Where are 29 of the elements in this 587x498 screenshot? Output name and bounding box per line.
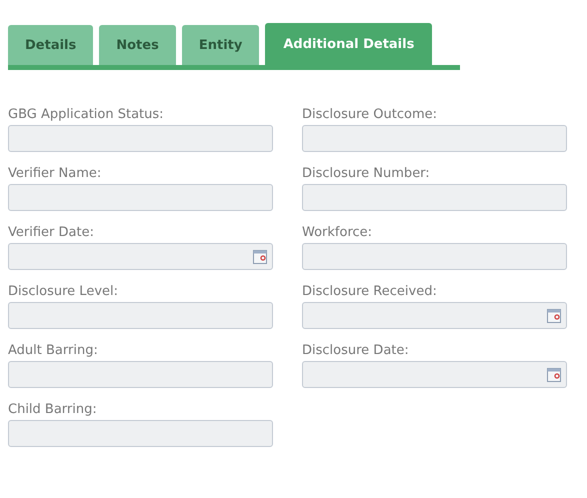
tab[interactable]: Additional Details (265, 23, 432, 65)
input-field[interactable] (8, 125, 273, 152)
date-field[interactable] (302, 302, 567, 329)
input-field[interactable] (302, 125, 567, 152)
input-field[interactable] (8, 420, 273, 447)
field-label: Disclosure Number: (302, 165, 431, 182)
field-label: Verifier Date: (8, 224, 95, 241)
calendar-icon[interactable] (547, 368, 561, 382)
field-label: Disclosure Date: (302, 342, 410, 359)
field-label: Adult Barring: (8, 342, 99, 359)
field-label: Verifier Name: (8, 165, 102, 182)
input-field[interactable] (302, 184, 567, 211)
field-label: Disclosure Level: (8, 283, 120, 300)
input-field[interactable] (8, 302, 273, 329)
tab[interactable]: Entity (182, 25, 260, 65)
field-label: Disclosure Received: (302, 283, 438, 300)
calendar-icon[interactable] (253, 250, 267, 264)
input-field[interactable] (302, 243, 567, 270)
field-label: Child Barring: (8, 401, 98, 418)
tab[interactable]: Details (8, 25, 94, 65)
calendar-icon[interactable] (547, 308, 561, 322)
date-field[interactable] (302, 361, 567, 388)
field-label: Disclosure Outcome: (302, 106, 438, 123)
field-label: Workforce: (302, 224, 374, 241)
input-field[interactable] (8, 361, 273, 388)
tab[interactable]: Notes (99, 25, 176, 65)
input-field[interactable] (8, 184, 273, 211)
date-field[interactable] (8, 243, 273, 270)
field-label: GBG Application Status: (8, 106, 165, 123)
